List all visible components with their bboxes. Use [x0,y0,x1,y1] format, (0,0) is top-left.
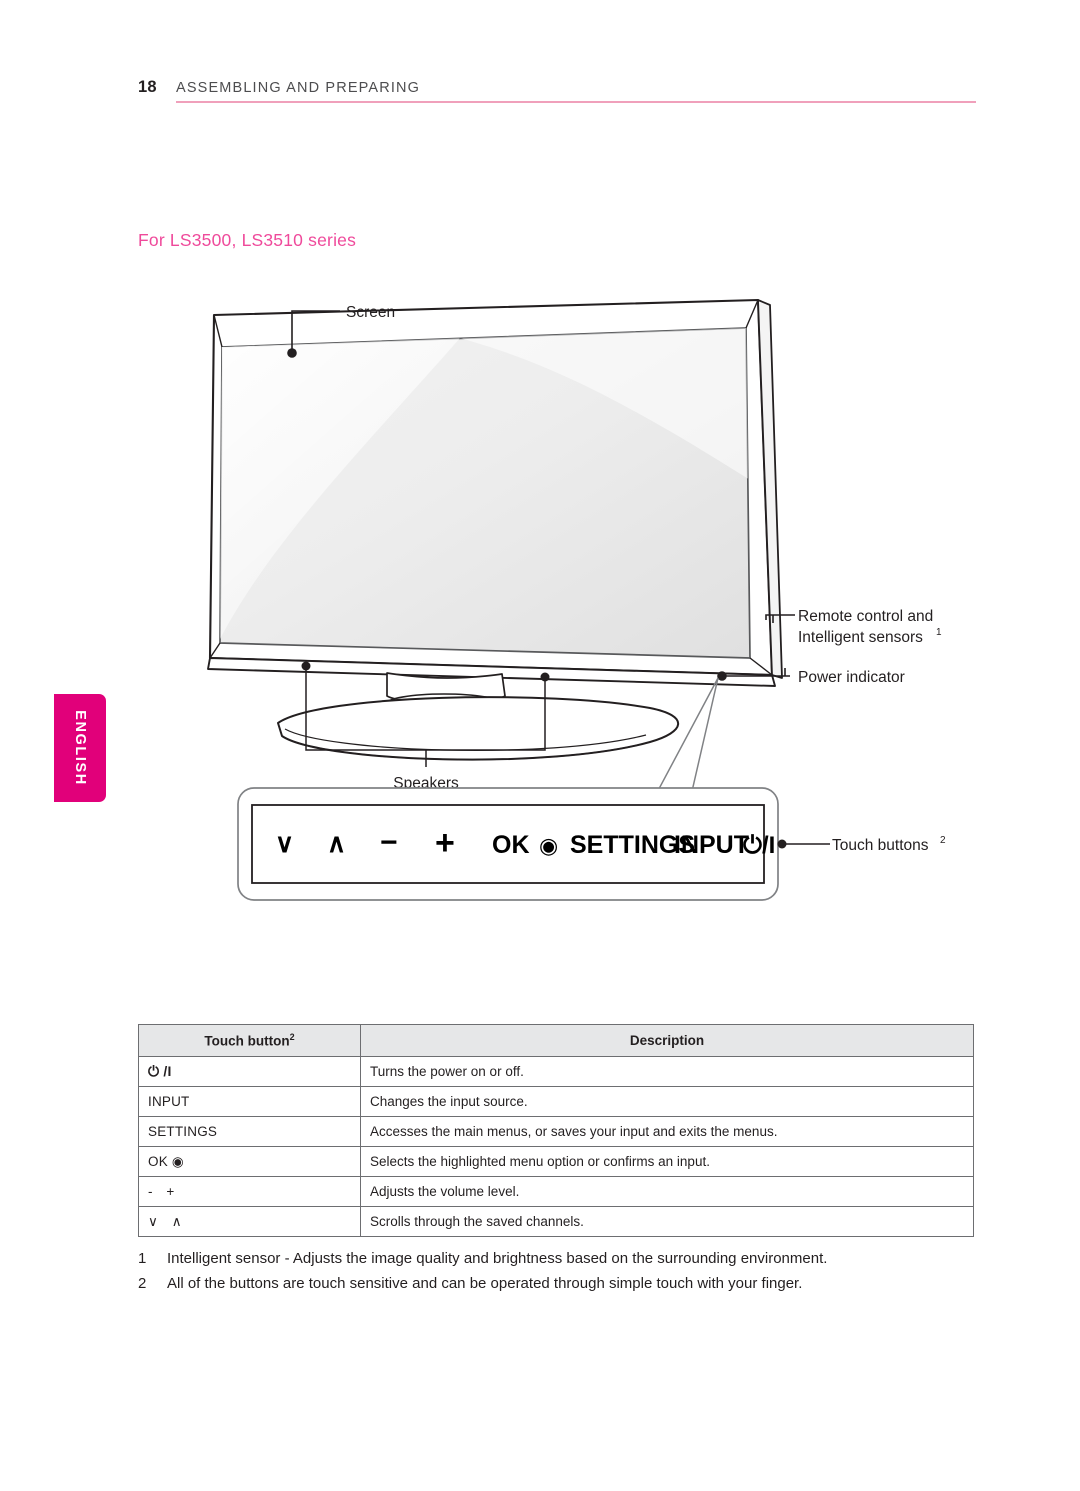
column-header-superscript: 2 [289,1032,295,1043]
row-description-power: Turns the power on or off. [360,1056,974,1087]
row-description-ok: Selects the highlighted menu option or c… [360,1146,974,1177]
tv-front-diagram: Screen Remote control and Intelligent se… [130,280,990,920]
channel-down-icon: ∨ [275,828,294,858]
row-description-volume: Adjusts the volume level. [360,1176,974,1207]
language-tab-label: ENGLISH [72,710,88,786]
callout-remote-label-line1: Remote control and [798,608,933,625]
row-description-settings: Accesses the main menus, or saves your i… [360,1116,974,1147]
callout-remote-label-line2: Intelligent sensors [798,629,923,646]
page-number: 18 [138,78,157,96]
callout-screen-label: Screen [346,304,395,321]
tv-outer-bezel [208,298,783,679]
channel-up-icon: ∧ [327,828,346,858]
table-row: SETTINGS Accesses the main menus, or sav… [138,1116,974,1147]
footnote-number: 2 [138,1275,147,1292]
language-tab-english: ENGLISH [54,694,106,802]
ok-dot-icon: ◉ [539,833,558,858]
volume-down-icon: − [380,826,398,859]
tv-stand [207,657,776,761]
callout-touch-buttons-superscript: 2 [940,835,946,846]
footnote-number: 1 [138,1250,147,1267]
footnote-text: Intelligent sensor - Adjusts the image q… [167,1250,828,1267]
footnote-text: All of the buttons are touch sensitive a… [167,1275,803,1292]
table-row: ∨ ∧ Scrolls through the saved channels. [138,1206,974,1237]
page-title: ASSEMBLING AND PREPARING [176,80,421,96]
header-divider [176,101,976,103]
footnote-list: 1 Intelligent sensor - Adjusts the image… [138,1246,978,1296]
table-header-row: Touch button2 Description [138,1024,974,1057]
ok-button: OK [492,831,530,859]
footnote-item: 2 All of the buttons are touch sensitive… [138,1271,978,1296]
callout-remote-sensors: Remote control and Intelligent sensors 1 [765,608,942,646]
row-button-volume: - + [138,1176,361,1207]
row-button-settings: SETTINGS [138,1116,361,1147]
input-button: INPUT [674,831,749,859]
column-header-description: Description [360,1024,974,1057]
page-running-head: 18 ASSEMBLING AND PREPARING [138,78,978,108]
callout-touch-buttons-label: Touch buttons [832,837,929,854]
table-row: INPUT Changes the input source. [138,1086,974,1117]
row-button-ok: OK ◉ [138,1146,361,1177]
touch-button-table: Touch button2 Description ⏻ /I Turns the… [138,1024,974,1237]
footnote-item: 1 Intelligent sensor - Adjusts the image… [138,1246,978,1271]
table-row: OK ◉ Selects the highlighted menu option… [138,1146,974,1177]
callout-touch-buttons: Touch buttons 2 [777,835,946,854]
column-header-touch-button-text: Touch button [204,1033,290,1049]
section-heading: For LS3500, LS3510 series [138,230,357,250]
callout-remote-superscript: 1 [936,627,942,638]
row-button-input: INPUT [138,1086,361,1117]
table-row: ⏻ /I Turns the power on or off. [138,1056,974,1087]
table-row: - + Adjusts the volume level. [138,1176,974,1207]
row-button-power: ⏻ /I [138,1056,361,1087]
volume-up-icon: + [435,824,455,862]
column-header-touch-button: Touch button2 [138,1024,361,1057]
row-description-channel: Scrolls through the saved channels. [360,1206,974,1237]
callout-power-indicator-label: Power indicator [798,669,905,686]
row-button-channel: ∨ ∧ [138,1206,361,1237]
power-button: ⏻/I [743,832,775,859]
row-description-input: Changes the input source. [360,1086,974,1117]
